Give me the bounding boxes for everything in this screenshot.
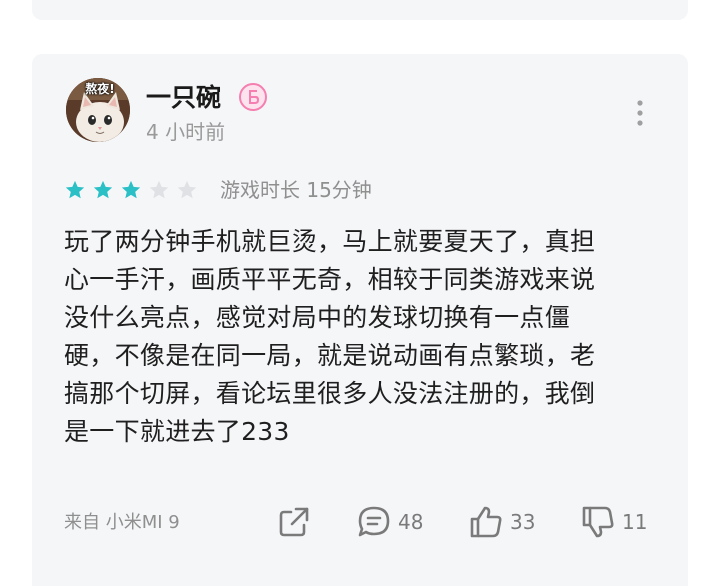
star-filled-icon <box>65 180 85 199</box>
review-line: 硬，不像是在同一局，就是说动画有点繁琐，老 <box>64 341 596 370</box>
star-empty-icon <box>149 180 169 199</box>
username[interactable]: 一只碗 <box>146 82 221 114</box>
review-line: 是一下就进去了233 <box>64 417 290 446</box>
rating-stars <box>64 179 198 201</box>
like-count: 33 <box>510 510 536 534</box>
star-filled-icon <box>93 180 113 199</box>
post-time: 4 小时前 <box>146 120 226 144</box>
share-button[interactable] <box>276 504 312 540</box>
review-line: 心一手汗，画质平平无奇，相较于同类游戏来说 <box>64 265 596 294</box>
like-button[interactable]: 33 <box>468 504 535 540</box>
comment-count: 48 <box>398 510 424 534</box>
star-empty-icon <box>177 180 197 199</box>
dislike-button[interactable]: 11 <box>580 504 647 540</box>
review-line: 没什么亮点，感觉对局中的发球切换有一点僵 <box>64 303 571 332</box>
review-card[interactable]: 熬夜! 一只碗 4 小时前 游戏时长 15分钟 玩了两分钟手机就巨烫，马上就要夏… <box>32 54 688 586</box>
comment-button[interactable]: 48 <box>356 504 423 540</box>
avatar-caption: 熬夜! <box>85 82 115 96</box>
level-badge-icon <box>239 83 267 111</box>
review-line: 玩了两分钟手机就巨烫，马上就要夏天了，真担 <box>64 227 596 256</box>
star-filled-icon <box>121 180 141 199</box>
share-icon <box>279 507 309 537</box>
device-source: 来自 小米MI 9 <box>64 512 180 533</box>
review-text[interactable]: 玩了两分钟手机就巨烫，马上就要夏天了，真担 心一手汗，画质平平无奇，相较于同类游… <box>64 223 664 451</box>
comment-icon <box>358 506 390 537</box>
thumbs-down-icon <box>582 506 614 538</box>
previous-review-card <box>32 0 688 20</box>
review-line: 搞那个切屏，看论坛里很多人没法注册的，我倒 <box>64 379 596 408</box>
thumbs-up-icon <box>470 506 502 538</box>
more-options-icon[interactable] <box>630 98 650 128</box>
dislike-count: 11 <box>622 510 648 534</box>
user-avatar[interactable]: 熬夜! <box>66 78 130 142</box>
play-time: 游戏时长 15分钟 <box>220 178 372 202</box>
